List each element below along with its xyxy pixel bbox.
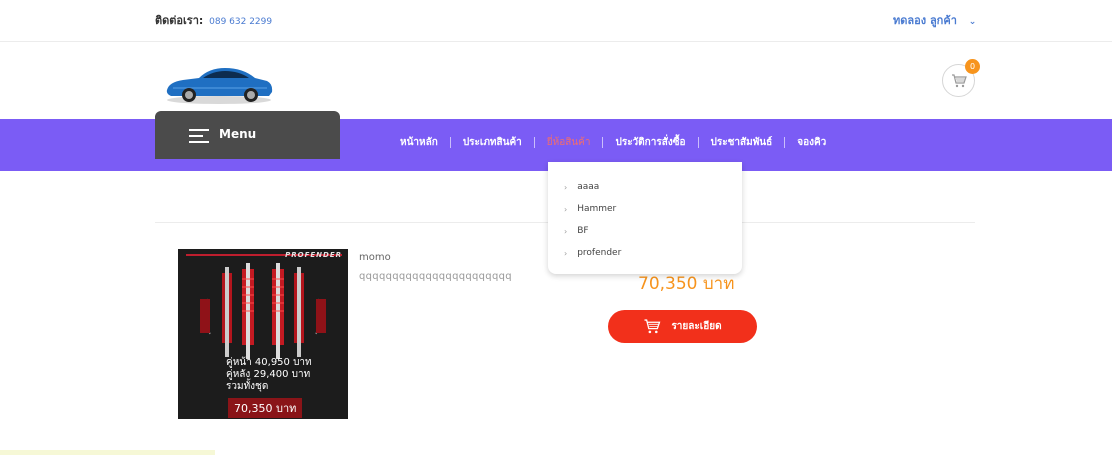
menu-label: Menu: [219, 127, 257, 141]
page: ติดต่อเรา: 089 632 2299 ทดลอง ลูกค้า ⌄ 0…: [0, 0, 1112, 455]
nav-link-order-history[interactable]: ประวัติการสั่งซื้อ: [615, 135, 685, 150]
nav-link-brands[interactable]: ยี่ห้อสินค้า: [547, 135, 591, 150]
contact-label: ติดต่อเรา:: [155, 14, 204, 27]
menu-button[interactable]: Menu: [155, 111, 340, 159]
hamburger-icon: [189, 129, 209, 147]
rear-pair-price: คู่หลัง 29,400 บาท: [226, 369, 311, 380]
image-price-lines: คู่หน้า 40,950 บาท คู่หลัง 29,400 บาท รว…: [226, 357, 312, 393]
nav-divider: [697, 136, 699, 148]
nav-link-home[interactable]: หน้าหลัก: [400, 135, 438, 150]
dropdown-item-profender[interactable]: › profender: [548, 242, 742, 264]
product-description: qqqqqqqqqqqqqqqqqqqqqqq: [359, 271, 512, 282]
nav-link-categories[interactable]: ประเภทสินค้า: [463, 135, 522, 150]
contact-info: ติดต่อเรา: 089 632 2299: [155, 11, 272, 29]
shock-absorbers-icon: [200, 263, 326, 359]
dropdown-item-label: aaaa: [577, 182, 600, 192]
chevron-right-icon: ›: [564, 204, 568, 214]
footer-accent: [0, 450, 215, 455]
detail-button[interactable]: รายละเอียด: [608, 310, 757, 343]
dropdown-item-label: BF: [577, 226, 589, 236]
dropdown-item-label: Hammer: [577, 204, 617, 214]
nav-link-news[interactable]: ประชาสัมพันธ์: [711, 135, 773, 150]
dropdown-item-label: profender: [577, 248, 622, 258]
dropdown-item-bf[interactable]: › BF: [548, 220, 742, 242]
nav-links: หน้าหลัก ประเภทสินค้า ยี่ห้อสินค้า ประวั…: [400, 134, 826, 150]
brand-logo: PROFENDER: [285, 251, 342, 259]
car-logo-icon[interactable]: [163, 62, 275, 106]
product-image[interactable]: PROFENDER คู่หน้า 40,950 บาท คู่หลัง 29,…: [178, 249, 348, 419]
product-price: 70,350 บาท: [638, 274, 735, 294]
nav-link-booking[interactable]: จองคิว: [797, 135, 826, 150]
front-pair-price: คู่หน้า 40,950 บาท: [226, 357, 312, 368]
dropdown-item-aaaa[interactable]: › aaaa: [548, 176, 742, 198]
cart-icon: [951, 73, 967, 87]
cart-button[interactable]: 0: [942, 59, 980, 97]
set-total-label: รวมทั้งชุด: [226, 381, 269, 392]
nav-divider: [533, 136, 535, 148]
nav-divider: [449, 136, 451, 148]
nav-divider: [784, 136, 786, 148]
product-name[interactable]: momo: [359, 252, 391, 263]
top-bar: ติดต่อเรา: 089 632 2299 ทดลอง ลูกค้า ⌄: [0, 0, 1112, 42]
user-menu[interactable]: ทดลอง ลูกค้า ⌄: [893, 11, 976, 29]
chevron-right-icon: ›: [564, 248, 568, 258]
cart-icon: [644, 319, 661, 334]
chevron-right-icon: ›: [564, 182, 568, 192]
chevron-right-icon: ›: [564, 226, 568, 236]
chevron-down-icon: ⌄: [968, 17, 977, 27]
user-name: ทดลอง ลูกค้า: [893, 14, 957, 27]
contact-phone[interactable]: 089 632 2299: [209, 17, 272, 27]
dropdown-item-hammer[interactable]: › Hammer: [548, 198, 742, 220]
cart-count-badge: 0: [965, 59, 980, 74]
brands-dropdown: › aaaa › Hammer › BF › profender: [548, 162, 742, 274]
detail-button-label: รายละเอียด: [671, 321, 722, 332]
image-total-price: 70,350 บาท: [228, 398, 303, 418]
nav-divider: [602, 136, 604, 148]
